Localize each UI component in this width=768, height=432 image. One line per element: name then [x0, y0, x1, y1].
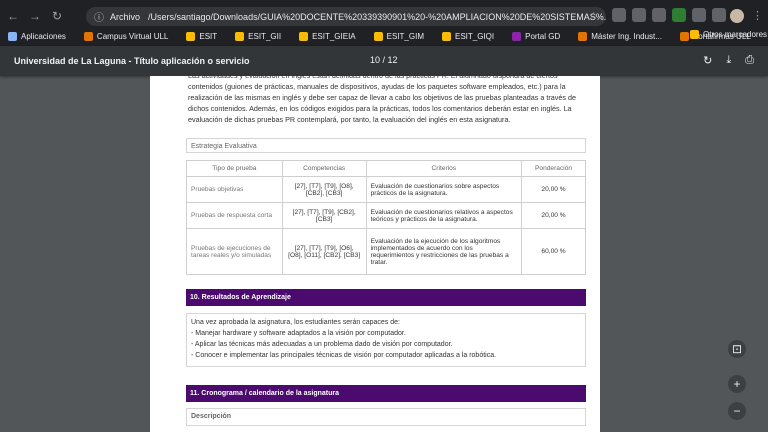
url-text[interactable]: /Users/santiago/Downloads/GUIA%20DOCENTE…	[148, 12, 606, 22]
pdf-actions: ↻ ⤓ ⎙	[703, 54, 754, 67]
extension-icon[interactable]	[692, 8, 706, 22]
results-line: - Conocer e implementar las principales …	[191, 352, 497, 359]
reload-icon[interactable]: ↻	[48, 7, 66, 25]
back-icon[interactable]: ←	[4, 7, 22, 25]
folder-icon	[186, 31, 196, 41]
table-cell: 60,00 %	[521, 228, 586, 275]
print-icon[interactable]: ⎙	[745, 54, 754, 67]
folder-icon	[235, 31, 245, 41]
intro-paragraph: Las actividades y evaluación en inglés e…	[188, 71, 576, 124]
profile-avatar[interactable]	[730, 9, 744, 23]
bookmark-item[interactable]: Máster Ing. Indust...	[578, 31, 662, 41]
fit-to-page-icon[interactable]: ⊡	[728, 340, 746, 358]
browser-menu-icon[interactable]: ⋮	[752, 9, 763, 22]
evaluation-table: Tipo de prueba Competencias Criterios Po…	[186, 160, 586, 275]
table-cell: Pruebas de ejecuciones de tareas reales …	[186, 228, 283, 275]
table-row: Pruebas objetivas [27], [T7], [T9], [O8]…	[186, 176, 586, 203]
apps-icon	[8, 31, 17, 41]
info-icon[interactable]: ⓘ	[94, 9, 104, 24]
table-cell: Evaluación de cuestionarios sobre aspect…	[365, 176, 523, 203]
table-row: Pruebas de respuesta corta [27], [T7], […	[186, 202, 586, 229]
results-line: - Manejar hardware y software adaptados …	[191, 330, 406, 337]
description-label: Descripción	[186, 408, 586, 426]
bookmark-item[interactable]: ESIT_GIM	[373, 31, 424, 41]
column-header: Ponderación	[521, 160, 586, 177]
table-cell: Pruebas de respuesta corta	[186, 202, 283, 229]
column-header: Tipo de prueba	[186, 160, 283, 177]
folder-icon	[299, 31, 309, 41]
results-line: Una vez aprobada la asignatura, los estu…	[191, 319, 400, 326]
section-11-header: 11. Cronograma / calendario de la asigna…	[186, 385, 586, 402]
table-cell: Evaluación de cuestionarios relativos a …	[365, 202, 523, 229]
folder-icon	[373, 31, 383, 41]
column-header: Competencias	[281, 160, 367, 177]
bookmark-favicon	[512, 31, 522, 41]
bookmarks-bar: Aplicaciones Campus Virtual ULL ESIT ESI…	[0, 28, 768, 44]
download-icon[interactable]: ⤓	[726, 54, 731, 67]
table-header-row: Tipo de prueba Competencias Criterios Po…	[186, 160, 586, 177]
table-cell: [27], [T7], [T9], [O6], [O8], [O11], [CB…	[281, 228, 367, 275]
learning-results: Una vez aprobada la asignatura, los estu…	[186, 313, 586, 367]
forward-icon[interactable]: →	[26, 7, 44, 25]
browser-chrome: ← → ↻ ⓘ Archivo /Users/santiago/Download…	[0, 0, 768, 46]
bookmark-item[interactable]: Aplicaciones	[8, 31, 66, 41]
pdf-title: Universidad de La Laguna - Título aplica…	[14, 56, 250, 66]
section-10-header: 10. Resultados de Aprendizaje	[186, 289, 586, 306]
address-bar[interactable]: ⓘ Archivo /Users/santiago/Downloads/GUIA…	[86, 7, 606, 26]
column-header: Criterios	[365, 160, 523, 177]
bookmark-favicon	[83, 31, 93, 41]
rotate-icon[interactable]: ↻	[703, 54, 712, 67]
scheme-label: Archivo	[110, 11, 141, 22]
eval-strategy-label: Estrategia Evaluativa	[186, 138, 586, 153]
bookmark-item[interactable]: ESIT_GII	[235, 31, 281, 41]
table-cell: 20,00 %	[521, 202, 586, 229]
extension-icon[interactable]	[712, 8, 726, 22]
folder-icon	[441, 31, 451, 41]
bookmark-item[interactable]: ESIT_GIEIA	[299, 31, 356, 41]
bookmark-favicon	[679, 31, 689, 41]
bookmark-item[interactable]: ESIT	[186, 31, 217, 41]
zoom-in-icon[interactable]: +	[728, 375, 746, 393]
folder-icon	[690, 30, 699, 39]
extension-icon[interactable]	[652, 8, 666, 22]
extension-icon[interactable]	[632, 8, 646, 22]
table-cell: Evaluación de la ejecución de los algori…	[365, 228, 523, 275]
table-cell: 20,00 %	[521, 176, 586, 203]
bookmark-item[interactable]: ESIT_GIQI	[441, 31, 494, 41]
table-row: Pruebas de ejecuciones de tareas reales …	[186, 228, 586, 275]
extension-icon[interactable]	[612, 8, 626, 22]
toolbar-row: ← → ↻ ⓘ Archivo /Users/santiago/Download…	[0, 4, 768, 28]
page-indicator[interactable]: 10 / 12	[370, 55, 398, 65]
bookmark-item[interactable]: Campus Virtual ULL	[83, 31, 168, 41]
results-line: - Aplicar las técnicas más adecuadas a u…	[191, 341, 453, 348]
table-cell: [27], [T7], [T9], [CB2], [CB3]	[281, 202, 367, 229]
bookmark-favicon	[578, 31, 588, 41]
zoom-out-icon[interactable]: −	[728, 402, 746, 420]
extensions-area	[612, 8, 726, 22]
table-cell: [27], [T7], [T9], [O8], [CB2], [CB3]	[281, 176, 367, 203]
bookmark-star-icon[interactable]: ☆	[589, 11, 598, 22]
pdf-page: Las actividades y evaluación en inglés e…	[150, 71, 600, 432]
other-bookmarks[interactable]: Otros marcadores	[690, 30, 767, 39]
extension-icon[interactable]	[672, 8, 686, 22]
table-cell: Pruebas objetivas	[186, 176, 283, 203]
bookmark-item[interactable]: Portal GD	[512, 31, 560, 41]
